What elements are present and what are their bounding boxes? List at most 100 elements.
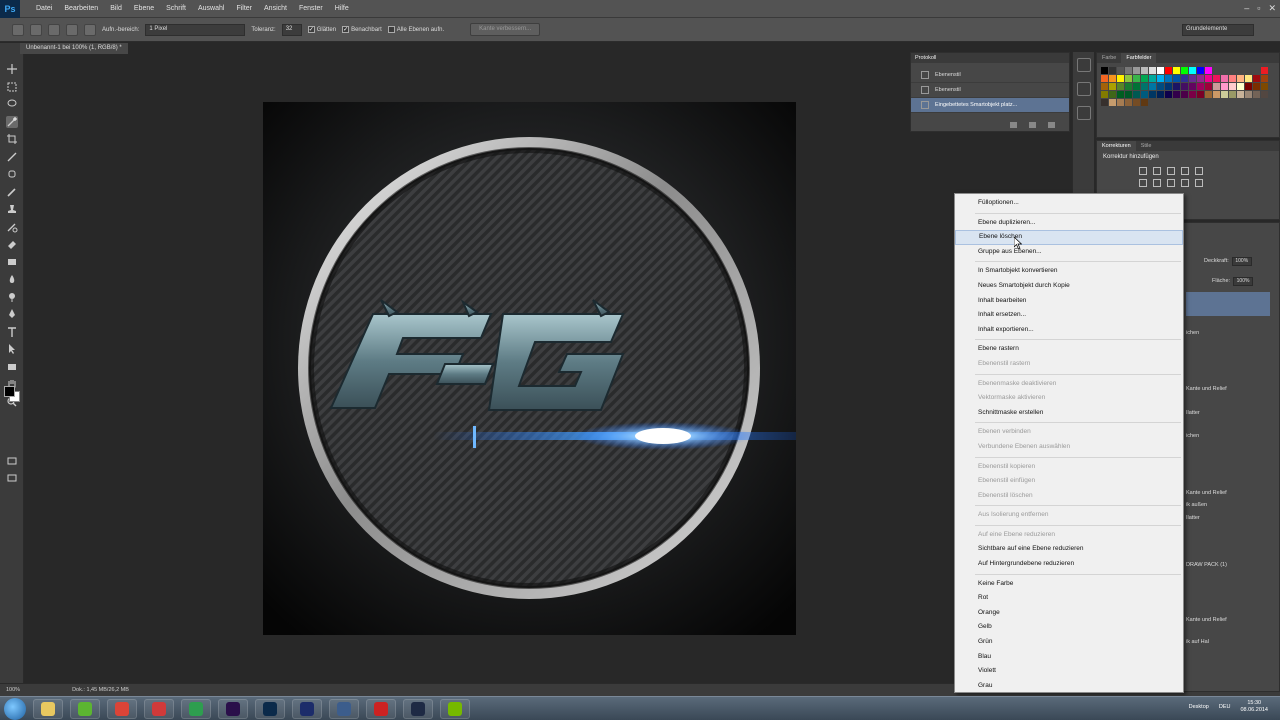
color-swatch[interactable] (1229, 83, 1236, 90)
color-swatch[interactable] (1205, 67, 1212, 74)
menu-item-inhalt-exportieren[interactable]: Inhalt exportieren... (955, 323, 1183, 338)
menu-auswahl[interactable]: Auswahl (192, 0, 230, 18)
color-swatch[interactable] (1141, 99, 1148, 106)
paragraph-panel-icon[interactable] (1076, 106, 1091, 120)
document-tab[interactable]: Unbenannt-1 bei 100% (1, RGB/8) * (20, 43, 128, 54)
crop-tool-icon[interactable] (6, 133, 18, 145)
color-swatch[interactable] (1109, 91, 1116, 98)
menu-item-violett[interactable]: Violett (955, 664, 1183, 679)
color-swatch[interactable] (1213, 75, 1220, 82)
color-swatch[interactable] (1101, 83, 1108, 90)
minimize-icon[interactable]: – (1244, 3, 1249, 14)
document-canvas[interactable] (263, 102, 796, 635)
tab-color[interactable]: Farbe (1097, 53, 1121, 63)
curves-icon[interactable] (1167, 167, 1175, 175)
color-swatch[interactable] (1101, 67, 1108, 74)
channel-mixer-icon[interactable] (1195, 179, 1203, 187)
color-swatch[interactable] (1181, 83, 1188, 90)
app-red-taskbar-icon[interactable] (366, 698, 396, 719)
chrome-taskbar-icon[interactable] (107, 698, 137, 719)
zoom-level[interactable]: 100% (6, 687, 20, 693)
start-button[interactable] (4, 697, 26, 720)
nvidia-taskbar-icon[interactable] (440, 698, 470, 719)
menu-filter[interactable]: Filter (230, 0, 258, 18)
path-selection-icon[interactable] (6, 343, 18, 355)
sample-size-select[interactable]: 1 Pixel (145, 23, 246, 36)
color-swatch[interactable] (1197, 67, 1204, 74)
foreground-color-swatch[interactable] (4, 386, 15, 397)
color-swatch[interactable] (1165, 91, 1172, 98)
color-swatch[interactable] (1101, 91, 1108, 98)
levels-icon[interactable] (1153, 167, 1161, 175)
color-swatch[interactable] (1245, 75, 1252, 82)
tab-styles[interactable]: Stile (1136, 141, 1157, 151)
color-swatch[interactable] (1237, 83, 1244, 90)
move-tool-icon[interactable] (6, 63, 18, 75)
history-panel-icon[interactable] (1076, 58, 1091, 72)
color-swatch[interactable] (1189, 91, 1196, 98)
color-swatch[interactable] (1149, 83, 1156, 90)
color-swatch[interactable] (1101, 99, 1108, 106)
teamspeak-taskbar-icon[interactable] (329, 698, 359, 719)
magic-wand-tool-icon[interactable] (5, 115, 18, 128)
color-swatch[interactable] (1165, 75, 1172, 82)
color-swatch[interactable] (1205, 75, 1212, 82)
color-swatch[interactable] (1189, 75, 1196, 82)
menu-item-in-smartobjekt-konvertieren[interactable]: In Smartobjekt konvertieren (955, 264, 1183, 279)
color-swatch[interactable] (1117, 91, 1124, 98)
color-swatch[interactable] (1261, 67, 1268, 74)
color-swatch[interactable] (1165, 83, 1172, 90)
type-tool-icon[interactable] (6, 326, 18, 338)
add-selection-icon[interactable] (48, 23, 60, 36)
color-swatch[interactable] (1117, 75, 1124, 82)
history-row[interactable]: Eingebettetes Smartobjekt platz... (911, 98, 1069, 113)
color-swatch[interactable] (1173, 75, 1180, 82)
color-swatch[interactable] (1221, 83, 1228, 90)
brightness-icon[interactable] (1139, 167, 1147, 175)
menu-item-gruppe-aus-ebenen[interactable]: Gruppe aus Ebenen... (955, 245, 1183, 260)
color-swatch[interactable] (1117, 99, 1124, 106)
character-panel-icon[interactable] (1076, 82, 1091, 96)
spotify-taskbar-icon[interactable] (70, 698, 100, 719)
color-swatch[interactable] (1109, 67, 1116, 74)
rectangle-tool-icon[interactable] (6, 361, 18, 373)
menu-item-grau[interactable]: Grau (955, 679, 1183, 694)
menu-item-gelb[interactable]: Gelb (955, 620, 1183, 635)
document-info[interactable]: Dok.: 1,45 MB/26,2 MB (72, 687, 129, 693)
tool-preset-icon[interactable] (12, 23, 24, 36)
color-swatch[interactable] (1125, 99, 1132, 106)
vibrance-icon[interactable] (1195, 167, 1203, 175)
color-swatch[interactable] (1133, 83, 1140, 90)
color-swatch[interactable] (1109, 83, 1116, 90)
color-swatch[interactable] (1117, 67, 1124, 74)
color-swatch[interactable] (1205, 83, 1212, 90)
fill-control[interactable]: Fläche: 100% (1186, 277, 1254, 286)
exposure-icon[interactable] (1181, 167, 1189, 175)
trash-icon[interactable] (1048, 122, 1055, 128)
tolerance-input[interactable]: 32 (281, 23, 302, 36)
color-swatch[interactable] (1181, 91, 1188, 98)
lasso-tool-icon[interactable] (6, 98, 18, 110)
color-swatch[interactable] (1245, 91, 1252, 98)
color-swatch[interactable] (1197, 83, 1204, 90)
color-swatch[interactable] (1125, 91, 1132, 98)
black-white-icon[interactable] (1167, 179, 1175, 187)
color-swatch[interactable] (1133, 67, 1140, 74)
tab-swatches[interactable]: Farbfelder (1121, 53, 1157, 63)
color-swatch[interactable] (1221, 75, 1228, 82)
color-swatch[interactable] (1141, 67, 1148, 74)
brush-tool-icon[interactable] (6, 186, 18, 198)
menu-item-grün[interactable]: Grün (955, 635, 1183, 650)
color-balance-icon[interactable] (1153, 179, 1161, 187)
color-swatch[interactable] (1197, 75, 1204, 82)
color-swatch[interactable] (1141, 83, 1148, 90)
pen-tool-icon[interactable] (6, 308, 18, 320)
blur-tool-icon[interactable] (6, 273, 18, 285)
menu-item-keine-farbe[interactable]: Keine Farbe (955, 577, 1183, 592)
color-swatch[interactable] (1165, 67, 1172, 74)
color-swatch[interactable] (1125, 67, 1132, 74)
color-swatch[interactable] (1213, 91, 1220, 98)
menu-item-ebene-duplizieren[interactable]: Ebene duplizieren... (955, 216, 1183, 231)
color-swatch[interactable] (1229, 91, 1236, 98)
menu-item-neues-smartobjekt-durch-kopie[interactable]: Neues Smartobjekt durch Kopie (955, 279, 1183, 294)
